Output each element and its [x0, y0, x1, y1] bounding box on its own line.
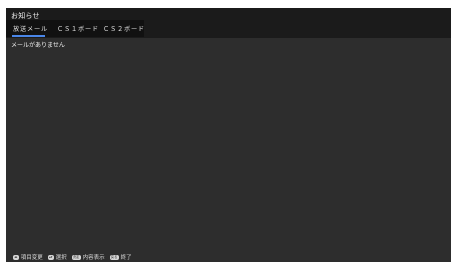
- back-key-icon: 戻る: [109, 254, 119, 260]
- tab-bar: 放送メール ＣＳ１ボード ＣＳ２ボード: [6, 20, 451, 38]
- hint-label: 項目変更: [20, 255, 43, 261]
- active-tab-indicator: [12, 35, 45, 37]
- tab-strip: 放送メール ＣＳ１ボード ＣＳ２ボード: [6, 20, 144, 37]
- tab-cs2-board[interactable]: ＣＳ２ボード: [103, 24, 145, 33]
- hint-show-content: 決定 内容表示: [71, 253, 105, 261]
- up-down-arrows-icon: ▴▾: [47, 254, 54, 260]
- hint-change-item: ◂▸ 項目変更: [13, 253, 43, 261]
- header-bar: お知らせ 放送メール ＣＳ１ボード ＣＳ２ボード: [6, 8, 451, 38]
- hint-label: 終了: [120, 255, 132, 261]
- notice-screen: お知らせ 放送メール ＣＳ１ボード ＣＳ２ボード メールがありません ◂▸ 項目…: [6, 8, 451, 262]
- tab-cs1-board[interactable]: ＣＳ１ボード: [57, 24, 99, 33]
- hint-select: ▴▾ 選択: [47, 253, 67, 261]
- empty-message: メールがありません: [11, 42, 65, 49]
- left-right-arrows-icon: ◂▸: [13, 254, 19, 260]
- footer-hints: ◂▸ 項目変更 ▴▾ 選択 決定 内容表示 戻る 終了: [6, 252, 451, 262]
- enter-key-icon: 決定: [71, 254, 81, 260]
- tab-broadcast-mail[interactable]: 放送メール: [13, 24, 48, 33]
- hint-exit: 戻る 終了: [109, 253, 132, 261]
- hint-label: 選択: [55, 255, 67, 261]
- hint-label: 内容表示: [82, 255, 105, 261]
